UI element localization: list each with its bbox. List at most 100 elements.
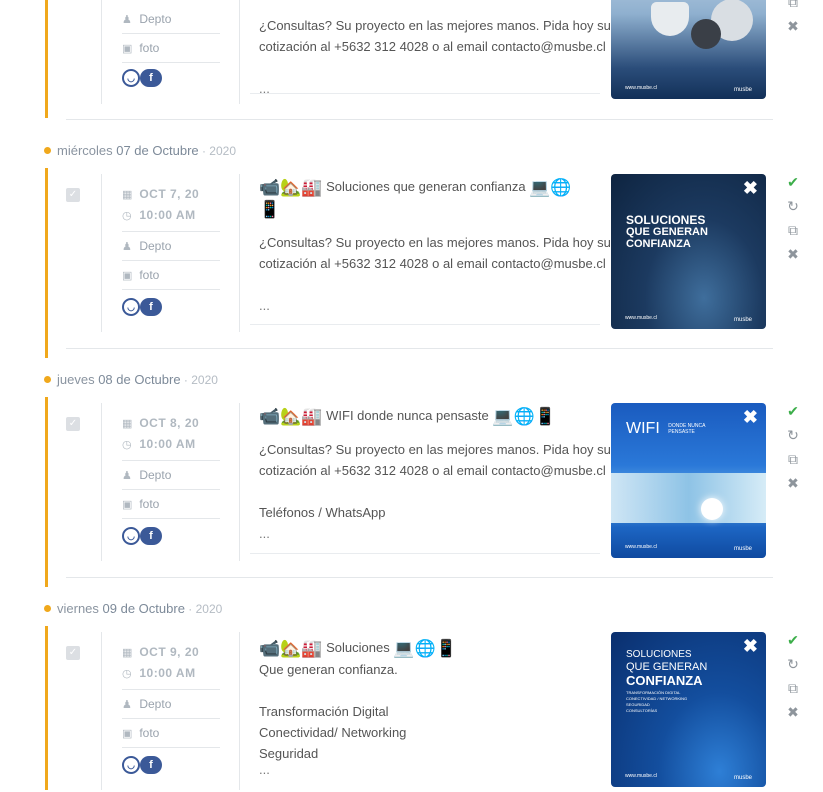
post-image[interactable]: www.musbe.cl musbe — [611, 0, 766, 99]
social-networks: ◡ f⚑ — [122, 527, 162, 560]
select-checkbox[interactable]: ✓ — [66, 417, 80, 431]
department-label: Depto — [139, 12, 172, 26]
facebook-icon[interactable]: f — [143, 70, 159, 86]
post-meta: ▦ OCT 7, 20 ◷ 10:00 AM ♟ Depto ▣ foto ◡ f… — [101, 174, 240, 332]
globe-icon: 🌐 — [414, 639, 436, 658]
post-text: 📹🏡🏭 Soluciones 💻🌐📱 Que generan confianza… — [259, 637, 599, 776]
timeline-line — [45, 626, 48, 790]
facebook-pages[interactable]: f⚑ — [140, 756, 162, 789]
day-name: viernes — [57, 601, 99, 616]
post-actions: ✔ ↻ ⧉ ✖ — [786, 174, 800, 270]
refresh-icon[interactable]: ↻ — [786, 427, 800, 451]
messenger-icon[interactable]: ◡ — [122, 69, 140, 87]
remove-image-icon[interactable]: ✖ — [743, 407, 758, 428]
flag-icon[interactable]: ⚑ — [143, 317, 159, 333]
factory-icon: 🏭 — [301, 178, 323, 197]
refresh-icon[interactable]: ↻ — [786, 656, 800, 680]
select-checkbox[interactable]: ✓ — [66, 646, 80, 660]
duplicate-icon[interactable]: ⧉ — [786, 451, 800, 475]
calendar-icon: ▦ — [122, 418, 133, 430]
post-meta: ▦ OCT 8, 20 ◷ 10:00 AM ♟ Depto ▣ foto ◡ f… — [101, 403, 240, 561]
camera-icon: ▣ — [122, 43, 133, 55]
delete-icon[interactable]: ✖ — [786, 246, 800, 270]
approve-icon[interactable]: ✔ — [786, 174, 800, 198]
clock-icon: ◷ — [122, 210, 132, 222]
messenger-icon[interactable]: ◡ — [122, 756, 140, 774]
list-item: Seguridad — [259, 746, 319, 761]
read-more[interactable]: ... — [259, 763, 599, 776]
clock-icon: ◷ — [122, 439, 132, 451]
day-header: miércoles 07 de Octubre · 2020 — [44, 143, 236, 163]
facebook-pages[interactable]: f⚑ — [140, 69, 162, 102]
read-more[interactable]: ... — [259, 523, 599, 544]
timeline-line — [45, 397, 48, 587]
duplicate-icon[interactable]: ⧉ — [786, 222, 800, 246]
flag-icon[interactable]: ⚑ — [143, 775, 159, 791]
timeline-dot — [44, 376, 51, 383]
factory-icon: 🏭 — [301, 407, 323, 426]
list-item: Conectividad/ Networking — [259, 725, 407, 740]
facebook-icon[interactable]: f — [143, 528, 159, 544]
duplicate-icon[interactable]: ⧉ — [786, 680, 800, 704]
user-icon: ♟ — [122, 699, 132, 711]
facebook-pages[interactable]: f⚑ — [140, 298, 162, 331]
refresh-icon[interactable]: ↻ — [786, 198, 800, 222]
messenger-icon[interactable]: ◡ — [122, 527, 140, 545]
image-title: SOLUCIONES QUE GENERAN CONFIANZA — [626, 213, 708, 250]
day-year: 2020 — [209, 144, 236, 158]
camera-icon: ▣ — [122, 499, 133, 511]
day-name: jueves — [57, 372, 95, 387]
mobile-phone-icon: 📱 — [259, 200, 281, 219]
post-image[interactable]: ✖ SOLUCIONES QUE GENERAN CONFIANZA TRANS… — [611, 632, 766, 787]
post-image[interactable]: ✖ SOLUCIONES QUE GENERAN CONFIANZA www.m… — [611, 174, 766, 329]
post-image[interactable]: ✖ WIFI DONDE NUNCA PENSASTE www.musbe.cl… — [611, 403, 766, 558]
read-more[interactable]: ... — [259, 295, 599, 316]
flag-icon[interactable]: ⚑ — [143, 88, 159, 104]
calendar-icon: ▦ — [122, 647, 133, 659]
image-brand: musbe — [733, 775, 752, 781]
post-body-line: ¿Consultas? Su proyecto en las mejores m… — [259, 442, 611, 457]
post-actions: ✔ ↻ ⧉ ✖ — [786, 403, 800, 499]
day-divider — [66, 577, 773, 578]
delete-icon[interactable]: ✖ — [786, 475, 800, 499]
select-checkbox[interactable]: ✓ — [66, 188, 80, 202]
day-header: viernes 09 de Octubre · 2020 — [44, 601, 222, 621]
router-image — [701, 498, 723, 520]
post-actions: ✔ ↻ ⧉ ✖ — [786, 632, 800, 728]
remove-image-icon[interactable]: ✖ — [743, 636, 758, 657]
read-more[interactable]: ... — [259, 78, 599, 99]
photo-label: foto — [139, 41, 160, 55]
globe-icon: 🌐 — [513, 407, 535, 426]
department-label: Depto — [139, 239, 172, 253]
delete-icon[interactable]: ✖ — [786, 704, 800, 728]
facebook-icon[interactable]: f — [143, 299, 159, 315]
post-headline: 📹🏡🏭 Soluciones 💻🌐📱 — [259, 637, 599, 659]
post-meta: ▦ OCT 9, 20 ◷ 10:00 AM ♟ Depto ▣ foto ◡ f… — [101, 632, 240, 790]
house-icon: 🏡 — [280, 178, 302, 197]
approve-icon[interactable]: ✔ — [786, 403, 800, 427]
facebook-icon[interactable]: f — [143, 757, 159, 773]
video-camera-icon: 📹 — [259, 407, 281, 426]
day-divider — [66, 348, 773, 349]
remove-image-icon[interactable]: ✖ — [743, 178, 758, 199]
clock-icon: ◷ — [122, 668, 132, 680]
date-row: ▦ OCT 8, 20 — [122, 412, 220, 434]
camera-image — [691, 19, 721, 49]
flag-icon[interactable]: ⚑ — [143, 546, 159, 562]
timeline-dot — [44, 147, 51, 154]
list-item: Transformación Digital — [259, 704, 389, 719]
duplicate-icon[interactable]: ⧉ — [786, 0, 800, 18]
date-row: ▦ OCT 7, 20 — [122, 183, 220, 205]
post-date: OCT 7, 20 — [139, 187, 200, 201]
delete-icon[interactable]: ✖ — [786, 18, 800, 42]
photo-row: ▣ foto — [122, 34, 220, 63]
messenger-icon[interactable]: ◡ — [122, 298, 140, 316]
post-body-line: cotización al +5632 312 4028 o al email … — [259, 39, 606, 54]
social-networks: ◡ f⚑ — [122, 69, 162, 102]
timeline-line — [45, 168, 48, 358]
approve-icon[interactable]: ✔ — [786, 632, 800, 656]
photo-label: foto — [139, 497, 160, 511]
calendar-icon: ▦ — [122, 189, 133, 201]
time-row: ◷ 10:00 AM — [122, 663, 220, 690]
facebook-pages[interactable]: f⚑ — [140, 527, 162, 560]
